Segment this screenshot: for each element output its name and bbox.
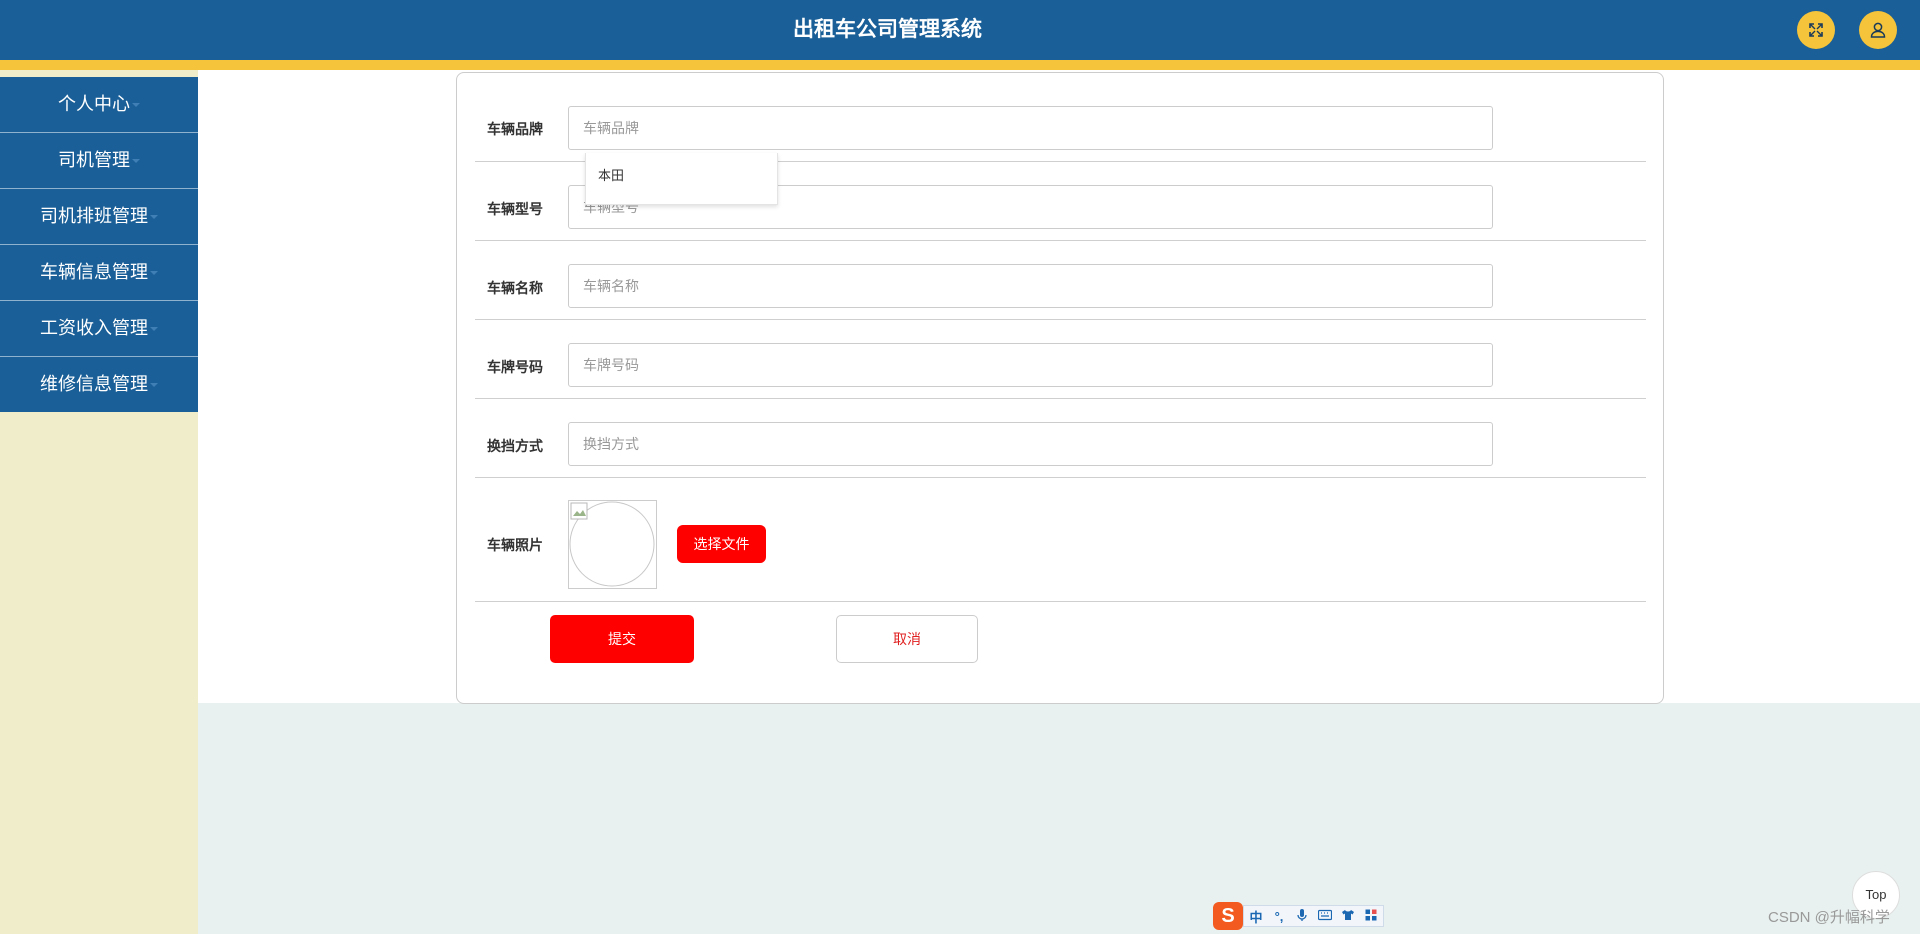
vehicle-photo-preview [568,500,657,589]
watermark-text: CSDN @升幅科学 [1768,909,1890,926]
sidebar-item-vehicle-info[interactable]: 车辆信息管理 [0,244,198,300]
fullscreen-icon [1809,23,1823,37]
sidebar-item-label: 维修信息管理 [40,374,148,394]
sidebar-item-label: 车辆信息管理 [40,262,148,282]
caret-down-icon [132,159,140,164]
vehicle-form: 车辆品牌 本田 车辆型号 车辆名称 车牌号码 换挡方式 车辆照片 选择文件 提交 [456,72,1664,704]
sidebar-item-personal-center[interactable]: 个人中心 [0,77,198,132]
sidebar-item-label: 个人中心 [58,94,130,114]
sidebar: 个人中心 司机管理 司机排班管理 车辆信息管理 工资收入管理 维修信息管理 [0,70,198,934]
ime-bar: 中 °, [1243,905,1384,927]
field-label: 换挡方式 [487,438,543,454]
caret-down-icon [150,327,158,332]
autocomplete-option[interactable]: 本田 [586,153,777,199]
sidebar-item-repair-info[interactable]: 维修信息管理 [0,356,198,412]
transmission-input[interactable] [568,422,1493,466]
sidebar-item-label: 工资收入管理 [40,318,148,338]
autocomplete-dropdown: 本田 [585,153,778,205]
shirt-icon[interactable] [1340,909,1356,924]
broken-image-icon [569,501,655,587]
form-row-brand: 车辆品牌 本田 [475,73,1646,205]
app-title: 出租车公司管理系统 [793,18,982,41]
field-label: 车辆名称 [487,280,543,296]
field-label: 车牌号码 [487,359,543,375]
vehicle-name-input[interactable] [568,264,1493,308]
ime-punctuation-toggle[interactable]: °, [1271,909,1287,924]
keyboard-icon[interactable] [1317,909,1333,924]
form-row-photo: 车辆照片 选择文件 [475,478,1646,602]
form-row-transmission: 换挡方式 [475,399,1646,478]
field-label: 车辆品牌 [487,121,543,137]
choose-file-button[interactable]: 选择文件 [677,525,766,563]
user-icon [1870,22,1886,38]
sidebar-item-driver-schedule[interactable]: 司机排班管理 [0,188,198,244]
sidebar-item-driver-management[interactable]: 司机管理 [0,132,198,188]
field-label: 车辆照片 [487,537,543,553]
caret-down-icon [150,383,158,388]
sidebar-item-salary-income[interactable]: 工资收入管理 [0,300,198,356]
plate-number-input[interactable] [568,343,1493,387]
ime-language-toggle[interactable]: 中 [1248,907,1264,926]
brand-input[interactable] [568,106,1493,150]
grid-icon[interactable] [1363,909,1379,924]
submit-button[interactable]: 提交 [550,615,694,663]
mic-icon[interactable] [1294,908,1310,925]
caret-down-icon [132,103,140,108]
top-header: 出租车公司管理系统 [0,0,1920,60]
field-label: 车辆型号 [487,201,543,217]
header-accent-stripe [0,60,1920,70]
form-row-plate: 车牌号码 [475,320,1646,399]
ime-logo[interactable]: S [1213,902,1243,930]
ime-toolbar: S 中 °, [1213,902,1393,930]
caret-down-icon [150,215,158,220]
fullscreen-button[interactable] [1797,11,1835,49]
cancel-button[interactable]: 取消 [836,615,978,663]
sidebar-item-label: 司机管理 [58,150,130,170]
form-row-name: 车辆名称 [475,241,1646,320]
caret-down-icon [150,271,158,276]
sidebar-item-label: 司机排班管理 [40,206,148,226]
user-button[interactable] [1859,11,1897,49]
